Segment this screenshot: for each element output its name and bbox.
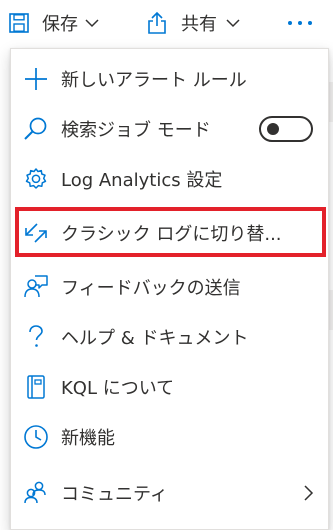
menu-item-label: KQL について — [61, 378, 175, 399]
menu-item-help-docs[interactable]: ヘルプ & ドキュメント — [11, 312, 328, 362]
chevron-down-icon — [84, 15, 100, 31]
plus-icon — [23, 66, 49, 92]
people-icon — [23, 480, 49, 506]
more-options-menu: 新しいアラート ルール 検索ジョブ モード Log Analytics 設定 ク… — [10, 48, 329, 530]
floppy-disk-icon — [8, 12, 30, 34]
feedback-icon — [23, 274, 49, 300]
menu-item-label: 検索ジョブ モード — [61, 120, 211, 141]
menu-item-log-analytics-settings[interactable]: Log Analytics 設定 — [11, 154, 328, 204]
menu-item-new-alert-rule[interactable]: 新しいアラート ルール — [11, 54, 328, 104]
chevron-right-icon — [302, 484, 314, 502]
menu-item-switch-to-classic-logs[interactable]: クラシック ログに切り替... — [11, 208, 328, 258]
menu-item-label: Log Analytics 設定 — [61, 170, 223, 191]
menu-item-send-feedback[interactable]: フィードバックの送信 — [11, 262, 328, 312]
notebook-icon — [23, 374, 49, 400]
menu-item-label: 新機能 — [61, 428, 115, 449]
menu-item-label: クラシック ログに切り替... — [61, 224, 282, 245]
more-options-button[interactable] — [282, 10, 318, 36]
switch-arrows-icon — [23, 220, 49, 246]
menu-item-label: コミュニティ — [61, 484, 168, 505]
menu-item-about-kql[interactable]: KQL について — [11, 362, 328, 412]
menu-item-community[interactable]: コミュニティ — [11, 468, 328, 518]
menu-item-search-job-mode[interactable]: 検索ジョブ モード — [11, 104, 328, 154]
chevron-down-icon — [225, 15, 241, 31]
search-icon — [23, 116, 49, 142]
menu-item-whats-new[interactable]: 新機能 — [11, 412, 328, 462]
clock-icon — [23, 424, 49, 450]
menu-item-label: ヘルプ & ドキュメント — [61, 328, 249, 349]
menu-item-label: フィードバックの送信 — [61, 278, 241, 299]
save-button[interactable]: 保存 — [8, 8, 100, 38]
more-ellipsis-icon — [288, 21, 292, 25]
question-icon — [23, 324, 49, 350]
command-bar: 保存 共有 — [0, 0, 333, 46]
share-upload-icon — [146, 11, 168, 35]
save-button-label: 保存 — [42, 14, 78, 35]
search-job-mode-toggle[interactable] — [259, 116, 313, 142]
share-button-label: 共有 — [181, 14, 217, 35]
share-button[interactable]: 共有 — [146, 8, 241, 38]
menu-item-label: 新しいアラート ルール — [61, 70, 247, 91]
gear-icon — [23, 166, 49, 192]
